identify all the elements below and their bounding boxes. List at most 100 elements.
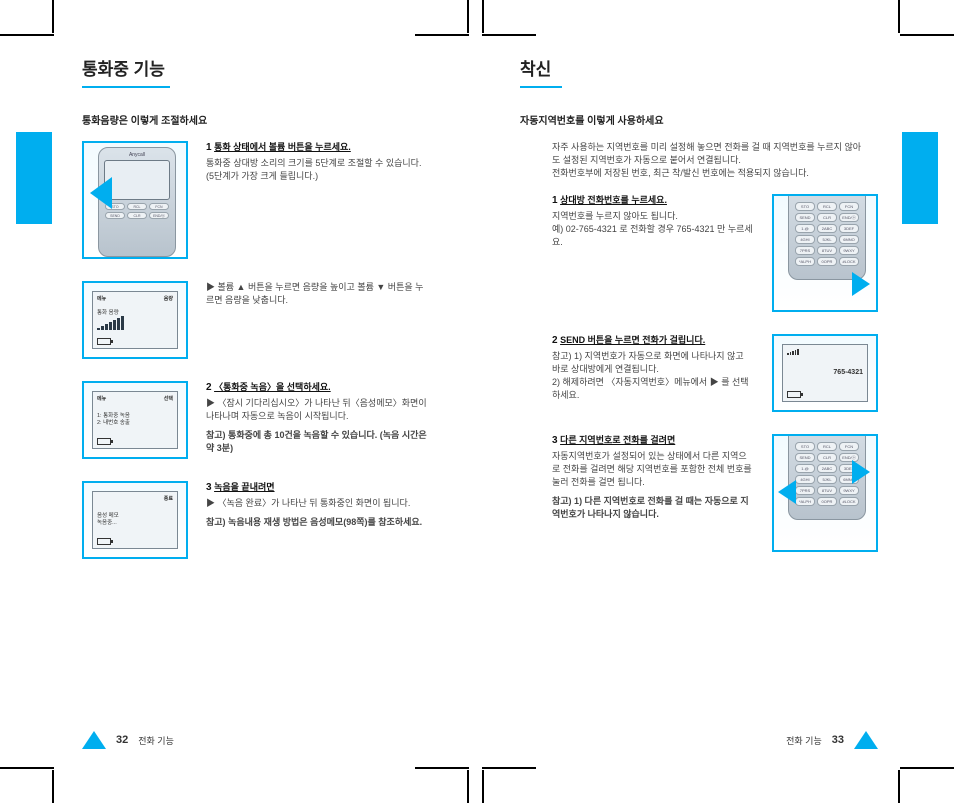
- figure-lcd-recording: 종료 음성 메모 녹음중...: [82, 481, 188, 559]
- step-row: Anycall STO RCL FCN SEND CLR END/ⓞ 1 통화 …: [62, 141, 460, 259]
- step-body: ▶ 〈녹음 완료〉가 나타난 뒤 통화중인 화면이 됩니다.: [206, 498, 410, 508]
- key: RCL: [817, 442, 837, 451]
- section-intro: 자주 사용하는 지역번호를 미리 설정해 놓으면 전화를 걸 때 지역번호를 누…: [500, 141, 898, 194]
- key: 5JKL: [817, 235, 837, 244]
- battery-icon: [787, 391, 801, 398]
- key: SEND: [795, 453, 815, 462]
- key: 7PRS: [795, 486, 815, 495]
- page-footer: 33 전화 기능: [786, 731, 878, 749]
- step-number: 3: [552, 435, 558, 446]
- step-row: 종료 음성 메모 녹음중... 3 녹음을 끝내려면 ▶ 〈녹음 완료〉가 나타…: [62, 481, 460, 559]
- step-number: 2: [552, 335, 558, 346]
- step-heading: 녹음을 끝내려면: [214, 481, 274, 494]
- step-note: 참고) 녹음내용 재생 방법은 음성메모(98쪽)를 참조하세요.: [206, 516, 422, 529]
- page-title: 착신: [520, 55, 551, 80]
- key: 3DEF: [839, 224, 859, 233]
- key: FCN: [149, 203, 169, 210]
- key: 7PRS: [795, 246, 815, 255]
- step-row: 1 상대방 전화번호를 누르세요. 지역번호를 누르지 않아도 됩니다. 예) …: [500, 194, 898, 312]
- page-section-label: 전화 기능: [138, 734, 174, 747]
- step-body: 지역번호를 누르지 않아도 됩니다. 예) 02-765-4321 로 전화할 …: [552, 211, 753, 247]
- page-footer: 32 전화 기능: [82, 731, 174, 749]
- callout-arrow-icon: [852, 460, 870, 484]
- step-row: 2 SEND 버튼을 누르면 전화가 걸립니다. 참고) 1) 지역번호가 자동…: [500, 334, 898, 412]
- step-heading: 상대방 전화번호를 누르세요.: [560, 194, 667, 207]
- key: FCN: [839, 202, 859, 211]
- lcd-softkey-left: 메뉴: [97, 295, 106, 302]
- step-heading: 〈통화중 녹음〉을 선택하세요.: [214, 381, 331, 394]
- lcd-line: 음성 메모: [97, 513, 119, 519]
- page-title: 통화중 기능: [82, 55, 165, 80]
- page-marker-icon: [82, 731, 106, 749]
- lcd-number: 765-4321: [787, 369, 863, 377]
- figure-keypad-enter-number: STO RCL FCN SEND CLR END/ⓞ 1.@ 2ABC 3DEF…: [772, 194, 878, 312]
- lcd-softkey-right: 음량: [164, 295, 173, 302]
- key: 5JKL: [817, 475, 837, 484]
- step-heading: SEND 버튼을 누르면 전화가 걸립니다.: [560, 334, 705, 347]
- key: #LOCK: [839, 497, 859, 506]
- key: #LOCK: [839, 257, 859, 266]
- key: 1.@: [795, 464, 815, 473]
- key: 4GHI: [795, 475, 815, 484]
- battery-icon: [97, 538, 111, 545]
- callout-arrow-icon: [778, 480, 796, 504]
- key: 9WXY: [839, 246, 859, 255]
- lcd-label: 통화 음량: [97, 310, 119, 316]
- volume-bars-icon: [97, 316, 173, 330]
- lcd-softkey-left: 메뉴: [97, 395, 106, 402]
- page-number: 32: [116, 734, 128, 746]
- key: RCL: [127, 203, 147, 210]
- step-body: ▶ 볼륨 ▲ 버튼을 누르면 음량을 높이고 볼륨 ▼ 버튼을 누르면 음량을 …: [206, 282, 423, 305]
- key: SEND: [795, 213, 815, 222]
- key: CLR: [127, 212, 147, 219]
- key: CLR: [817, 213, 837, 222]
- lcd-line: 2: 내번호 송출: [97, 420, 130, 426]
- key: STO: [795, 202, 815, 211]
- title-rule: [82, 86, 170, 88]
- key: STO: [795, 442, 815, 451]
- key: *ALPH: [795, 257, 815, 266]
- step-row: 3 다른 지역번호로 전화를 걸려면 자동지역번호가 설정되어 있는 상태에서 …: [500, 434, 898, 552]
- phone-brand: Anycall: [129, 152, 145, 158]
- page-section-label: 전화 기능: [786, 734, 822, 747]
- figure-lcd-record-menu: 메뉴 선택 1: 통화중 녹음 2: 내번호 송출: [82, 381, 188, 459]
- section-subtitle: 통화음량은 이렇게 조절하세요: [82, 112, 460, 127]
- key: RCL: [817, 202, 837, 211]
- page-marker-icon: [854, 731, 878, 749]
- key: *ALPH: [795, 497, 815, 506]
- figure-lcd-dialing: 765-4321: [772, 334, 878, 412]
- step-note: 참고) 통화중에 총 10건을 녹음할 수 있습니다. (녹음 시간은 약 3분…: [206, 429, 430, 455]
- step-row: 메뉴 음량 통화 음량 ▶ 볼륨 ▲ 버튼을 누르면 음량을 높이고 볼륨 ▼ 버…: [62, 281, 460, 359]
- figure-lcd-volume: 메뉴 음량 통화 음량: [82, 281, 188, 359]
- key: END/ⓞ: [839, 213, 859, 222]
- key: 0OPR: [817, 497, 837, 506]
- key: 4GHI: [795, 235, 815, 244]
- step-heading: 다른 지역번호로 전화를 걸려면: [560, 434, 675, 447]
- key: CLR: [817, 453, 837, 462]
- page-left: 통화중 기능 통화음량은 이렇게 조절하세요 Anycall STO RCL F…: [62, 55, 460, 755]
- step-number: 1: [206, 142, 212, 153]
- key: 6MNO: [839, 235, 859, 244]
- signal-icon: [787, 348, 799, 355]
- key: 2ABC: [817, 224, 837, 233]
- thumb-tab-left: [16, 132, 52, 224]
- title-rule: [520, 86, 562, 88]
- step-number: 2: [206, 382, 212, 393]
- lcd-line: 1: 통화중 녹음: [97, 413, 130, 419]
- lcd-softkey-right: 선택: [164, 395, 173, 402]
- figure-keypad-other-area: STO RCL FCN SEND CLR END/ⓞ 1.@ 2ABC 3DEF…: [772, 434, 878, 552]
- key: 8TUV: [817, 246, 837, 255]
- lcd-softkey-right: 종료: [164, 495, 173, 502]
- section-subtitle: 자동지역번호를 이렇게 사용하세요: [520, 112, 898, 127]
- key: 9WXY: [839, 486, 859, 495]
- battery-icon: [97, 438, 111, 445]
- step-body: 참고) 1) 지역번호가 자동으로 화면에 나타나지 않고 바로 상대방에게 연…: [552, 351, 749, 400]
- step-body: 자동지역번호가 설정되어 있는 상태에서 다른 지역으로 전화를 걸려면 해당 …: [552, 451, 752, 487]
- callout-arrow-icon: [90, 177, 112, 209]
- key: 0OPR: [817, 257, 837, 266]
- step-row: 메뉴 선택 1: 통화중 녹음 2: 내번호 송출 2 〈통화중 녹음〉을 선택하…: [62, 381, 460, 459]
- key: END/ⓞ: [149, 212, 169, 219]
- step-heading: 통화 상태에서 볼륨 버튼을 누르세요.: [214, 141, 351, 154]
- key: 2ABC: [817, 464, 837, 473]
- step-note: 참고) 1) 다른 지역번호로 전화를 걸 때는 자동으로 지역번호가 나타나지…: [552, 495, 754, 521]
